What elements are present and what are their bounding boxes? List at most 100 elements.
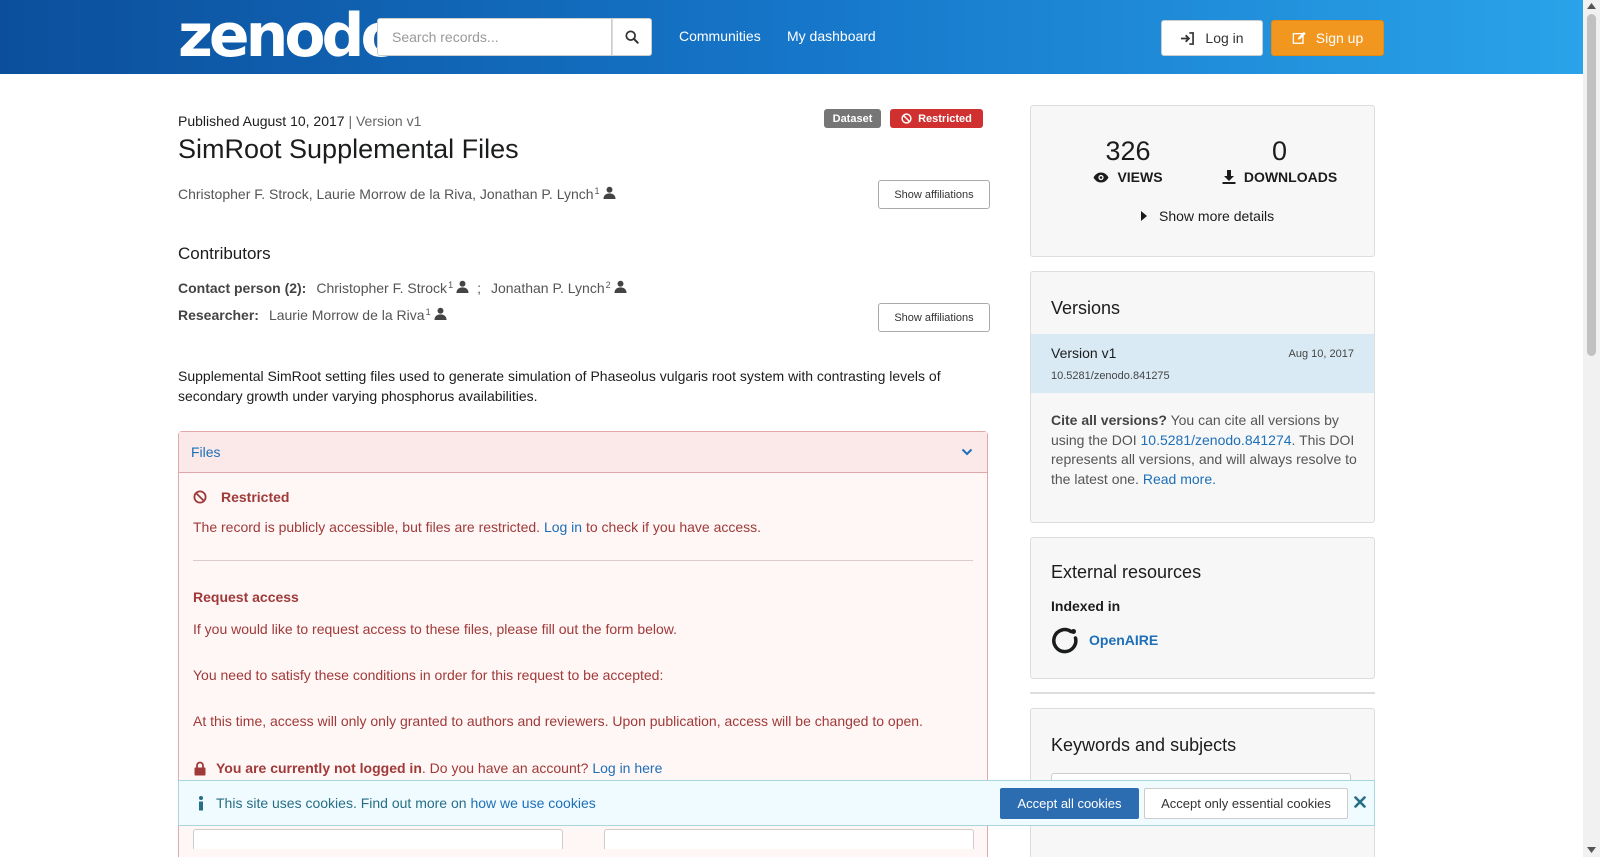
version-label: | Version v1 — [348, 113, 422, 129]
affiliation-sup: 1 — [594, 186, 600, 196]
dataset-badge: Dataset — [824, 109, 881, 128]
openaire-link[interactable]: OpenAIRE — [1051, 626, 1158, 654]
restricted-heading: Restricted — [221, 489, 290, 505]
restricted-badge-label: Restricted — [918, 112, 972, 125]
ban-icon — [193, 490, 207, 504]
cookie-text: This site uses cookies. Find out more on — [216, 795, 467, 811]
search-icon — [625, 30, 639, 44]
show-more-label: Show more details — [1159, 208, 1275, 224]
record-description: Supplemental SimRoot setting files used … — [178, 368, 941, 404]
cite-bold: Cite all versions? — [1051, 412, 1167, 428]
search-button[interactable] — [612, 18, 652, 56]
nav-my-dashboard[interactable]: My dashboard — [787, 28, 876, 44]
record-title: SimRoot Supplemental Files — [178, 134, 519, 164]
read-more-link[interactable]: Read more. — [1143, 471, 1216, 487]
cite-all-versions: Cite all versions? You can cite all vers… — [1051, 411, 1361, 489]
researcher-row: Researcher: Laurie Morrow de la Riva 1 — [178, 307, 447, 323]
request-name-field[interactable] — [193, 829, 563, 849]
lock-icon — [194, 761, 206, 775]
login-here-link[interactable]: Log in here — [592, 760, 662, 776]
request-email-field[interactable] — [604, 829, 974, 849]
files-heading: Files — [191, 444, 221, 460]
contributors-heading: Contributors — [178, 244, 271, 263]
files-accordion-header[interactable]: Files — [179, 432, 987, 473]
versions-card: Versions Version v1 Aug 10, 2017 10.5281… — [1030, 271, 1375, 523]
researcher-name[interactable]: Laurie Morrow de la Riva — [269, 307, 425, 323]
version-item-date: Aug 10, 2017 — [1288, 348, 1354, 360]
login-button[interactable]: Log in — [1161, 20, 1263, 56]
conditions-text: You need to satisfy these conditions in … — [193, 667, 664, 683]
cookie-policy-link[interactable]: how we use cookies — [470, 795, 595, 811]
sign-in-icon — [1181, 31, 1195, 45]
show-affiliations-button[interactable]: Show affiliations — [878, 180, 990, 209]
user-icon — [614, 280, 627, 293]
show-more-details[interactable]: Show more details — [1141, 208, 1274, 224]
user-icon — [456, 280, 469, 293]
not-logged-in-bold: You are currently not logged in — [216, 760, 422, 776]
researcher-label: Researcher: — [178, 307, 259, 323]
indexed-in-label: Indexed in — [1051, 598, 1121, 614]
downloads-stat: 0 DOWNLOADS — [1221, 136, 1338, 185]
user-icon — [434, 307, 447, 320]
authors-text[interactable]: Christopher F. Strock, Laurie Morrow de … — [178, 186, 594, 202]
version-item-v1[interactable]: Version v1 Aug 10, 2017 10.5281/zenodo.8… — [1031, 334, 1374, 393]
openaire-label: OpenAIRE — [1089, 632, 1159, 648]
version-item-doi: 10.5281/zenodo.841275 — [1051, 370, 1170, 382]
contact-2[interactable]: Jonathan P. Lynch — [491, 280, 605, 296]
researcher-sup: 1 — [425, 307, 431, 317]
restricted-message: The record is publicly accessible, but f… — [193, 519, 761, 535]
keywords-heading: Keywords and subjects — [1051, 735, 1237, 755]
search-input[interactable] — [377, 18, 612, 56]
access-policy-text: At this time, access will only only gran… — [193, 713, 923, 729]
views-label: VIEWS — [1117, 169, 1163, 185]
downloads-label: DOWNLOADS — [1243, 169, 1338, 185]
page-scrollbar[interactable] — [1583, 0, 1600, 857]
search-bar — [377, 18, 652, 56]
external-resources-card: External resources Indexed in OpenAIRE — [1030, 537, 1375, 679]
scroll-down-icon[interactable] — [1587, 847, 1596, 853]
author-list: Christopher F. Strock, Laurie Morrow de … — [178, 186, 616, 202]
close-icon[interactable] — [1354, 796, 1366, 808]
published-date: Published August 10, 2017 — [178, 113, 345, 129]
restricted-badge: Restricted — [890, 109, 983, 128]
signup-label: Sign up — [1315, 30, 1364, 46]
request-access-text: If you would like to request access to t… — [193, 621, 678, 637]
restricted-tail: to check if you have access. — [585, 519, 762, 535]
contact-label: Contact person (2): — [178, 280, 307, 296]
scrollbar-thumb[interactable] — [1587, 14, 1596, 356]
contact-1[interactable]: Christopher F. Strock — [316, 280, 447, 296]
download-icon — [1222, 170, 1236, 184]
cite-doi-link[interactable]: 10.5281/zenodo.841274 — [1141, 432, 1292, 448]
publication-info: Published August 10, 2017 | Version v1 — [178, 113, 421, 129]
restricted-login-link[interactable]: Log in — [544, 519, 582, 535]
ban-icon — [901, 113, 912, 124]
restricted-title: Restricted — [193, 489, 289, 505]
user-icon — [603, 186, 616, 199]
accept-essential-cookies-button[interactable]: Accept only essential cookies — [1144, 788, 1348, 819]
stats-card: 326 VIEWS 0 DOWNLOADS Show more details — [1030, 105, 1375, 257]
contact-person-row: Contact person (2): Christopher F. Stroc… — [178, 280, 627, 296]
login-label: Log in — [1205, 30, 1244, 46]
info-icon — [199, 796, 203, 811]
contact-1-sup: 1 — [448, 280, 454, 290]
zenodo-logo[interactable]: zenodo — [178, 6, 402, 66]
contact-separator: ; — [477, 280, 481, 296]
version-item-label: Version v1 — [1051, 345, 1117, 361]
contact-2-sup: 2 — [605, 280, 611, 290]
cookie-message: This site uses cookies. Find out more on… — [216, 795, 596, 811]
edit-icon — [1292, 31, 1306, 44]
signup-button[interactable]: Sign up — [1271, 20, 1384, 56]
divider — [193, 560, 973, 561]
versions-heading: Versions — [1051, 298, 1121, 318]
chevron-down-icon — [961, 448, 973, 456]
caret-right-icon — [1141, 211, 1147, 221]
not-logged-in-text: . Do you have an account? — [421, 760, 589, 776]
scroll-up-icon[interactable] — [1587, 3, 1596, 9]
downloads-count: 0 — [1271, 136, 1288, 166]
accept-all-cookies-button[interactable]: Accept all cookies — [1000, 788, 1139, 819]
request-access-heading: Request access — [193, 589, 299, 605]
show-affiliations-contributors-button[interactable]: Show affiliations — [878, 303, 990, 332]
views-stat: 326 VIEWS — [1093, 136, 1163, 185]
cookie-banner: This site uses cookies. Find out more on… — [178, 780, 1375, 826]
nav-communities[interactable]: Communities — [679, 28, 761, 44]
